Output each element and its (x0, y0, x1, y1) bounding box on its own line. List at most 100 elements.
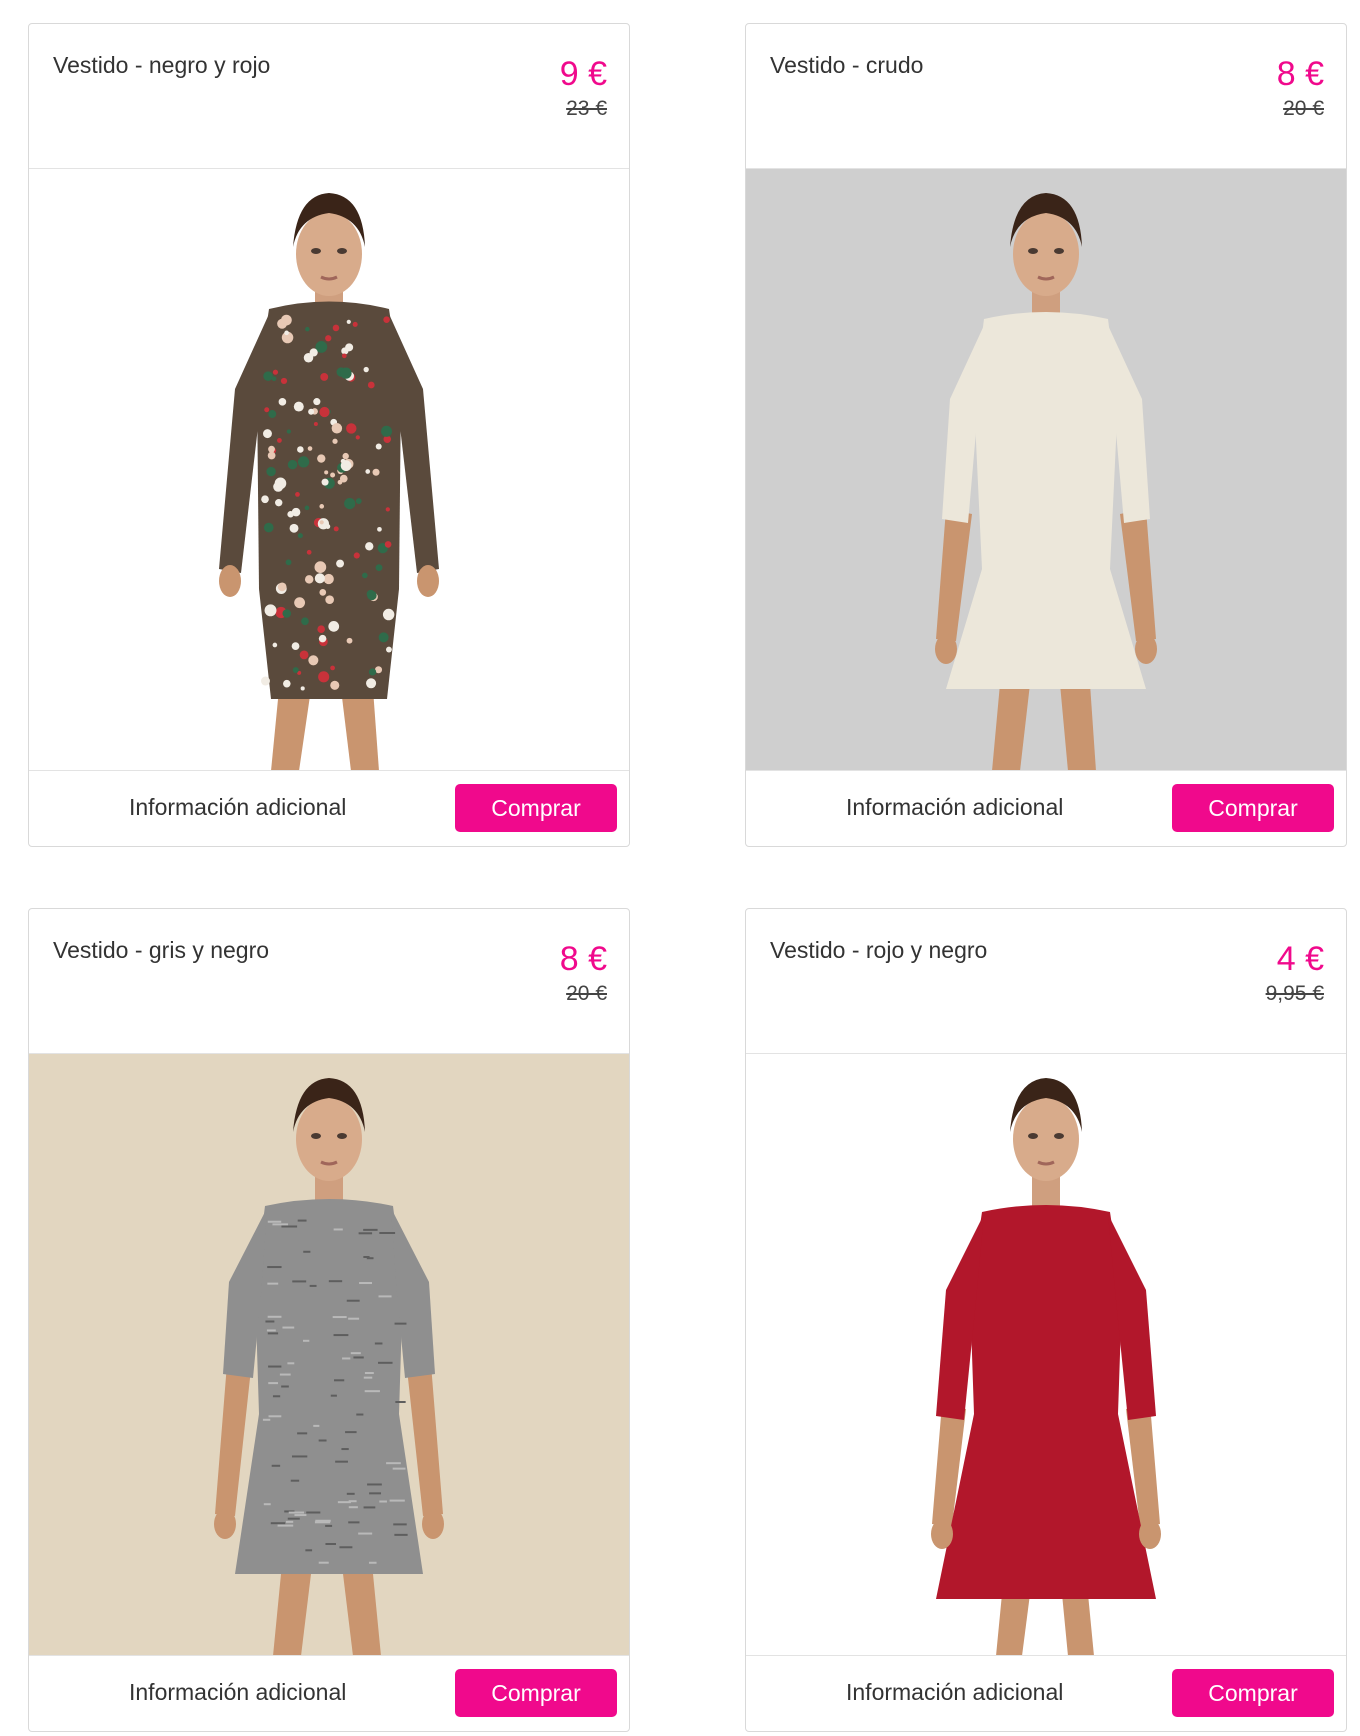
original-price: 20 € (1283, 97, 1324, 120)
price-block: 4 € 9,95 € (1266, 939, 1324, 1007)
card-header: Vestido - gris y negro 8 € 20 € (29, 909, 629, 1054)
fabric-dot (318, 671, 330, 683)
fabric-dot (295, 492, 300, 497)
buy-button[interactable]: Comprar (1172, 784, 1334, 832)
more-info-link[interactable]: Información adicional (846, 794, 1063, 821)
fabric-dot (263, 522, 274, 533)
fabric-dot (308, 408, 315, 415)
fabric-dot (297, 456, 310, 468)
fabric-dot (319, 504, 325, 509)
fabric-dot (331, 423, 343, 434)
fabric-dot (320, 373, 329, 381)
product-title[interactable]: Vestido - rojo y negro (770, 937, 987, 964)
buy-button[interactable]: Comprar (1172, 1669, 1334, 1717)
more-info-link[interactable]: Información adicional (129, 794, 346, 821)
fabric-dot (330, 680, 340, 690)
fabric-dot (282, 609, 292, 618)
fabric-dot (321, 478, 329, 486)
fabric-dot (304, 575, 314, 584)
fabric-dot (268, 410, 277, 418)
fabric-dot (278, 398, 287, 406)
fabric-dot (325, 595, 334, 604)
fabric-dot (355, 435, 360, 440)
more-info-link[interactable]: Información adicional (846, 1679, 1063, 1706)
fabric-dot (328, 620, 340, 632)
fabric-dot (332, 324, 340, 332)
fabric-dot (372, 468, 380, 476)
fabric-dot (333, 526, 339, 532)
fabric-dot (366, 678, 377, 689)
fabric-dot (377, 526, 382, 532)
fabric-dot (307, 446, 313, 451)
product-image[interactable] (746, 1054, 1346, 1656)
card-footer: Información adicional Comprar (746, 771, 1346, 846)
fabric-dot (283, 679, 291, 688)
fabric-dot (383, 316, 390, 323)
fabric-dot (385, 507, 390, 512)
original-price: 20 € (566, 982, 607, 1005)
original-price: 9,95 € (1265, 982, 1324, 1005)
price-block: 9 € 23 € (560, 54, 607, 122)
fabric-dot (271, 376, 277, 382)
current-price: 8 € (1276, 55, 1324, 93)
buy-button[interactable]: Comprar (455, 1669, 617, 1717)
fabric-dot (386, 646, 392, 653)
fabric-dot (299, 650, 309, 660)
fabric-dot (378, 632, 389, 643)
fabric-dot (346, 423, 357, 434)
fabric-dot (362, 572, 368, 579)
card-footer: Información adicional Comprar (29, 771, 629, 846)
fabric-dot (363, 366, 369, 373)
fabric-dot (382, 608, 395, 621)
fabric-dot (284, 330, 289, 336)
fabric-dot (332, 438, 338, 444)
price-block: 8 € 20 € (560, 939, 607, 1007)
fabric-dot (260, 676, 270, 686)
fabric-dot (301, 617, 309, 626)
fabric-dot (263, 429, 272, 439)
buy-button[interactable]: Comprar (455, 784, 617, 832)
product-card: Vestido - gris y negro 8 € 20 € Informac… (28, 908, 630, 1732)
fabric-dot (267, 451, 276, 460)
fabric-dot (380, 425, 393, 437)
fabric-dot (367, 590, 377, 601)
fabric-dot (330, 665, 335, 671)
fabric-dot (266, 466, 276, 477)
card-header: Vestido - crudo 8 € 20 € (746, 24, 1346, 169)
fabric-dot (314, 573, 325, 584)
fabric-dot (324, 470, 329, 475)
product-title[interactable]: Vestido - negro y rojo (53, 52, 270, 79)
fabric-dot (300, 686, 305, 691)
fabric-dot (292, 667, 299, 673)
fabric-dot (341, 347, 349, 355)
fabric-dot (277, 582, 287, 592)
fabric-dot (285, 559, 292, 566)
fabric-dot (313, 398, 321, 406)
card-footer: Información adicional Comprar (29, 1656, 629, 1731)
fabric-dot (313, 422, 318, 427)
product-image[interactable] (29, 1054, 629, 1656)
fabric-dot (344, 497, 356, 510)
fabric-dot (264, 407, 270, 413)
more-info-link[interactable]: Información adicional (129, 1679, 346, 1706)
fabric-dot (272, 642, 278, 648)
fabric-dot (340, 367, 352, 379)
fabric-dot (341, 353, 347, 359)
fabric-dot (277, 437, 282, 443)
fabric-dot (303, 353, 314, 363)
fabric-dot (306, 549, 312, 555)
fabric-dot (319, 406, 330, 418)
fabric-dot (289, 523, 299, 533)
product-image[interactable] (29, 169, 629, 771)
product-image[interactable] (746, 169, 1346, 771)
fabric-dot (339, 474, 348, 483)
fabric-dot (325, 335, 332, 342)
product-title[interactable]: Vestido - gris y negro (53, 937, 269, 964)
fabric-dot (342, 452, 349, 460)
product-title[interactable]: Vestido - crudo (770, 52, 923, 79)
product-card: Vestido - negro y rojo 9 € 23 € Informac… (28, 23, 630, 847)
fabric-dot (293, 401, 304, 412)
fabric-dot (297, 533, 303, 539)
fabric-dot (264, 604, 277, 617)
fabric-dot (384, 541, 392, 548)
